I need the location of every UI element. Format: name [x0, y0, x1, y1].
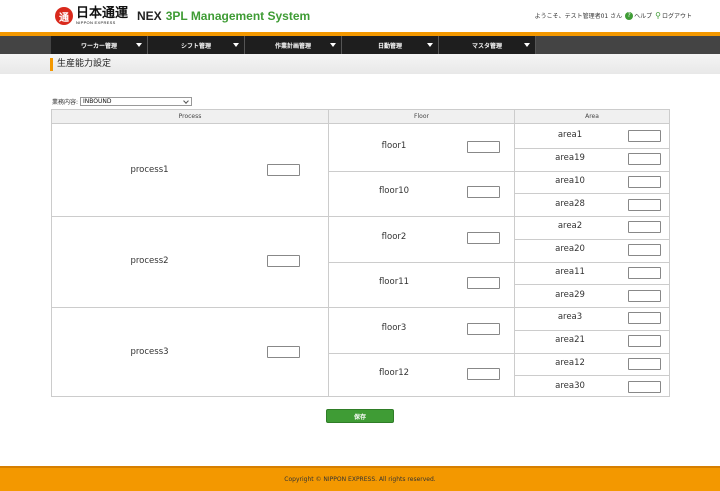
chevron-down-icon	[427, 43, 433, 47]
nav-item-shift[interactable]: シフト管理	[148, 36, 245, 54]
logout-link[interactable]: ログアウト	[662, 11, 692, 20]
business-filter: 業務内容: INBOUND	[52, 97, 193, 106]
area-capacity-input[interactable]	[628, 221, 661, 234]
area-label: area20	[555, 244, 585, 255]
chevron-down-icon	[136, 43, 142, 47]
row-divider	[515, 147, 669, 149]
floor-capacity-input[interactable]	[467, 231, 500, 244]
help-icon[interactable]: ?	[625, 11, 634, 20]
area-capacity-input[interactable]	[628, 266, 661, 279]
area-label: area30	[555, 380, 585, 391]
row-divider	[329, 261, 669, 263]
process-capacity-input[interactable]	[267, 163, 300, 176]
header-floor: Floor	[329, 110, 514, 124]
process-label: process3	[130, 346, 169, 357]
area-label: area1	[557, 130, 583, 141]
chevron-down-icon	[524, 43, 530, 47]
logo-seal-icon: 通	[55, 7, 73, 25]
area-label: area3	[557, 312, 583, 323]
process-capacity-input[interactable]	[267, 254, 300, 267]
copyright-text: Copyright © NIPPON EXPRESS. All rights r…	[284, 476, 436, 483]
area-label: area2	[557, 221, 583, 232]
row-divider	[52, 307, 669, 308]
logout-key-icon[interactable]: ⚲	[655, 11, 661, 20]
process-label: process1	[130, 164, 169, 175]
area-capacity-input[interactable]	[628, 357, 661, 370]
floor-capacity-input[interactable]	[467, 140, 500, 153]
floor-label: floor1	[381, 140, 407, 151]
chevron-down-icon	[183, 98, 189, 104]
nav-item-daily[interactable]: 日勤管理	[342, 36, 439, 54]
nav-item-work-plan[interactable]: 作業計画管理	[245, 36, 342, 54]
row-divider	[52, 216, 669, 217]
area-label: area10	[555, 175, 585, 186]
floor-capacity-input[interactable]	[467, 277, 500, 290]
floor-label: floor10	[378, 186, 410, 197]
logo-japanese-text: 日本通運	[76, 6, 129, 21]
save-button[interactable]: 保存	[326, 409, 394, 423]
row-divider	[329, 352, 669, 354]
area-label: area11	[555, 266, 585, 277]
row-divider	[329, 170, 669, 172]
row-divider	[515, 375, 669, 377]
floor-capacity-input[interactable]	[467, 186, 500, 199]
user-area: ようこそ、テスト管理者01 さん ? ヘルプ ⚲ ログアウト	[535, 11, 692, 20]
app-header: 通 日本通運 NIPPON EXPRESS NEX 3PL Management …	[0, 0, 720, 32]
area-label: area21	[555, 335, 585, 346]
process-label: process2	[130, 255, 169, 266]
logo-english-text: NIPPON EXPRESS	[76, 20, 116, 25]
row-divider	[515, 238, 669, 240]
process-capacity-input[interactable]	[267, 345, 300, 358]
area-label: area12	[555, 357, 585, 368]
chevron-down-icon	[330, 43, 336, 47]
nav-label: ワーカー管理	[80, 42, 117, 50]
floor-label: floor3	[381, 322, 407, 333]
area-capacity-input[interactable]	[628, 153, 661, 166]
floor-label: floor12	[378, 368, 410, 379]
page-title: 生産能力設定	[57, 59, 112, 69]
app-title: NEX 3PL Management System	[137, 9, 310, 23]
select-value: INBOUND	[83, 98, 112, 105]
area-capacity-input[interactable]	[628, 175, 661, 188]
area-capacity-input[interactable]	[628, 380, 661, 393]
floor-label: floor2	[381, 231, 407, 242]
header-process: Process	[52, 110, 328, 124]
app-brand: NEX	[137, 9, 162, 23]
nav-item-worker[interactable]: ワーカー管理	[51, 36, 148, 54]
area-label: area29	[555, 289, 585, 300]
chevron-down-icon	[233, 43, 239, 47]
welcome-text: ようこそ、テスト管理者01 さん	[534, 13, 623, 20]
footer: Copyright © NIPPON EXPRESS. All rights r…	[0, 466, 720, 491]
company-logo[interactable]: 通 日本通運 NIPPON EXPRESS	[55, 7, 128, 25]
nav-item-master[interactable]: マスタ管理	[439, 36, 536, 54]
title-accent-mark	[50, 58, 53, 71]
row-divider	[515, 284, 669, 286]
area-label: area19	[555, 153, 585, 164]
area-capacity-input[interactable]	[628, 289, 661, 302]
area-capacity-input[interactable]	[628, 335, 661, 348]
nav-label: マスタ管理	[471, 42, 502, 50]
floor-capacity-input[interactable]	[467, 368, 500, 381]
header-area: Area	[515, 110, 669, 124]
area-capacity-input[interactable]	[628, 244, 661, 257]
help-link[interactable]: ヘルプ	[634, 11, 652, 20]
floor-label: floor11	[378, 277, 410, 288]
nav-label: 日勤管理	[377, 42, 402, 50]
nav-label: 作業計画管理	[274, 42, 311, 50]
nav-label: シフト管理	[180, 42, 211, 50]
business-select[interactable]: INBOUND	[80, 97, 193, 106]
floor-capacity-input[interactable]	[467, 322, 500, 335]
area-capacity-input[interactable]	[628, 198, 661, 211]
row-divider	[515, 193, 669, 195]
area-capacity-input[interactable]	[628, 130, 661, 143]
row-divider	[515, 329, 669, 331]
main-nav: ワーカー管理 シフト管理 作業計画管理 日勤管理 マスタ管理	[0, 36, 720, 54]
filter-label: 業務内容:	[52, 99, 79, 106]
area-capacity-input[interactable]	[628, 312, 661, 325]
capacity-table: Process Floor Area process1 floor1 area1 ar…	[51, 109, 670, 397]
app-title-text: 3PL Management System	[165, 9, 311, 23]
area-label: area28	[555, 198, 585, 209]
